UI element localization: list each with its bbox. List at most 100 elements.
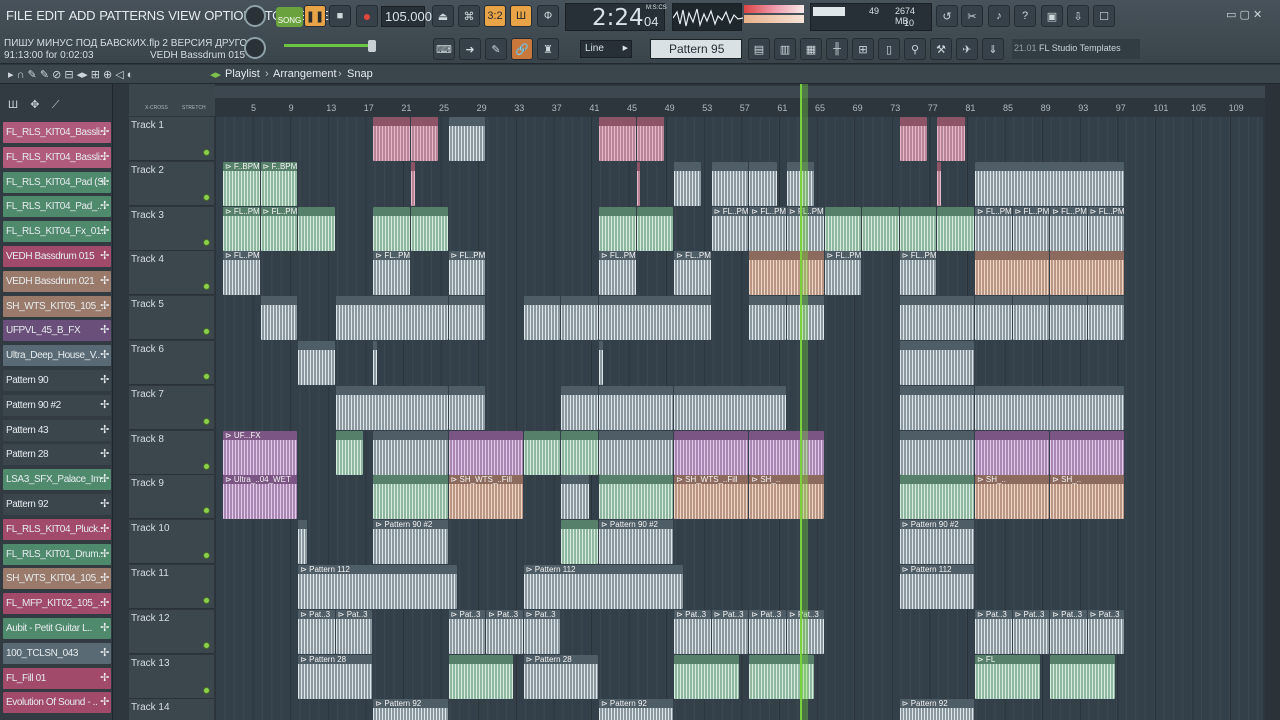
tool-5[interactable]: ⊞ (852, 38, 874, 60)
channel-item[interactable]: FL_RLS_KIT04_Bassli.. ✢ (3, 146, 111, 168)
browser-tools[interactable]: Ш ✥ ⟋ (8, 98, 59, 112)
channel-item[interactable]: Pattern 90 ✢ (3, 370, 111, 391)
playlist-clip[interactable] (899, 475, 974, 520)
playlist-clip[interactable] (448, 117, 486, 161)
track-mute-led[interactable] (203, 373, 210, 380)
playlist-clip[interactable] (599, 430, 674, 475)
playlist-clip[interactable]: ⊳ Pattern 112 (298, 565, 457, 609)
channel-item[interactable]: FL_RLS_KIT04_Fx_01.. ✢ (3, 221, 111, 243)
mic-button[interactable]: ♪ (988, 5, 1010, 27)
drag-handle-icon[interactable]: ✢ (100, 497, 109, 510)
playlist-clip[interactable]: ⊳ SH_.. (749, 475, 824, 520)
playlist-clip[interactable] (937, 206, 974, 251)
playlist-clip[interactable] (523, 296, 561, 341)
channel-item[interactable]: Aubit - Petit Guitar L.. ✢ (3, 618, 111, 639)
track-header[interactable]: Track 9 (129, 475, 214, 520)
play-button[interactable]: ❚❚ (304, 5, 326, 27)
drag-handle-icon[interactable]: ✢ (100, 596, 109, 609)
playlist-clip[interactable] (1087, 296, 1125, 341)
channel-item[interactable]: SH_WTS_KIT04_105_.. ✢ (3, 568, 111, 590)
track-header[interactable]: Track 1 (129, 117, 214, 161)
playlist-clip[interactable]: ⊳ FL..PM (975, 206, 1012, 251)
master-volume-knob[interactable] (244, 5, 266, 27)
step-edit-button[interactable]: Ш (510, 5, 532, 27)
playlist-clip[interactable] (674, 161, 702, 206)
drag-handle-icon[interactable]: ✢ (100, 224, 109, 237)
channel-item[interactable]: FL_MFP_KIT02_105_.. ✢ (3, 593, 111, 615)
drag-handle-icon[interactable]: ✢ (100, 547, 109, 560)
playlist-clip[interactable]: ⊳ F..BPM (223, 161, 260, 206)
drag-handle-icon[interactable]: ✢ (100, 125, 109, 138)
playlist-clip[interactable] (335, 430, 363, 475)
drag-handle-icon[interactable]: ✢ (100, 323, 109, 336)
playlist-clip[interactable]: ⊳ SH_WTS_..Fill (674, 475, 749, 520)
drag-handle-icon[interactable]: ✢ (100, 571, 109, 584)
stop-button[interactable]: ■ (329, 5, 351, 27)
track-header[interactable]: Track 10 (129, 520, 214, 565)
stamp-button[interactable]: ♜ (537, 38, 559, 60)
playlist-clip[interactable] (260, 296, 298, 341)
drag-handle-icon[interactable]: ✢ (100, 175, 109, 188)
playlist-clip[interactable] (373, 117, 410, 161)
track-header[interactable]: Track 5 (129, 296, 214, 341)
playlist-clip[interactable] (899, 430, 974, 475)
track-mute-led[interactable] (203, 641, 210, 649)
breadcrumb-snap[interactable]: Snap (347, 68, 373, 80)
track-mute-led[interactable] (203, 328, 210, 336)
restore-icon[interactable]: ▢ (1239, 9, 1249, 21)
playlist-clip[interactable] (599, 206, 636, 251)
drag-handle-icon[interactable]: ✢ (100, 447, 109, 460)
playlist-clip[interactable] (373, 430, 448, 475)
playlist-clip[interactable]: ⊳ Pattern 90 #2 (599, 520, 674, 565)
playlist-view-button[interactable]: ⌨ (433, 38, 455, 60)
menu-patterns[interactable]: PATTERNS (97, 6, 166, 25)
track-header[interactable]: Track 6 (129, 341, 214, 385)
chat-button[interactable]: ☐ (1093, 5, 1115, 27)
drag-handle-icon[interactable]: ✢ (100, 373, 109, 386)
channel-item[interactable]: VEDH Bassdrum 021 ✢ (3, 270, 111, 292)
drag-handle-icon[interactable]: ✢ (100, 671, 109, 684)
channel-item[interactable]: FL_RLS_KIT04_Pad_.. ✢ (3, 196, 111, 218)
playlist-clip[interactable] (749, 430, 824, 475)
playlist-clip[interactable] (561, 296, 598, 341)
channel-item[interactable]: UFPVL_45_B_FX ✢ (3, 320, 111, 342)
playlist-clip[interactable]: ⊳ Pattern 92 (373, 699, 448, 720)
drag-handle-icon[interactable]: ✢ (100, 522, 109, 535)
close-icon[interactable]: ✕ (1253, 9, 1262, 21)
channel-item[interactable]: LSA3_SFX_Palace_Im.. ✢ (3, 469, 111, 491)
playlist-clip[interactable] (1012, 296, 1050, 341)
drag-handle-icon[interactable]: ✢ (100, 348, 109, 361)
playlist-clip[interactable] (975, 385, 1125, 430)
tempo-display[interactable]: 105.000 (381, 6, 432, 27)
undo-button[interactable]: ↺ (936, 5, 958, 27)
playlist-clip[interactable] (711, 161, 749, 206)
playlist-clip[interactable] (899, 385, 974, 430)
slider-handle[interactable] (368, 40, 376, 52)
snap-selector[interactable]: Line ▶ (580, 40, 632, 58)
playlist-clip[interactable]: ⊳ Pat..3 (1087, 609, 1125, 654)
playlist-clip[interactable] (674, 654, 739, 699)
playlist-clip[interactable]: ⊳ FL..PM (749, 206, 786, 251)
cut-button[interactable]: ✂ (961, 5, 983, 27)
drag-handle-icon[interactable]: ✢ (100, 150, 109, 163)
channel-item[interactable]: Pattern 90 #2 ✢ (3, 394, 111, 416)
playlist-clip[interactable] (561, 475, 589, 520)
playlist-clip[interactable] (411, 117, 439, 161)
track-header[interactable]: Track 2 (129, 161, 214, 206)
playlist-clip[interactable]: ⊳ FL..PM (260, 206, 298, 251)
tool-7[interactable]: ⚲ (904, 38, 926, 60)
playlist-clip[interactable]: ⊳ FL..PM (899, 251, 937, 296)
channel-item[interactable]: VEDH Bassdrum 015 ✢ (3, 246, 111, 267)
playlist-clip[interactable]: ⊳ Pattern 28 (523, 654, 598, 699)
playlist-clip[interactable]: ⊳ Pattern 90 #2 (373, 520, 448, 565)
track-mute-led[interactable] (203, 552, 210, 560)
playlist-clip[interactable]: ⊳ Pat..3 (975, 609, 1012, 654)
playlist-clip[interactable]: ⊳ FL..PM (223, 251, 260, 296)
playlist-clip[interactable] (448, 296, 486, 341)
next-button[interactable]: ➜ (459, 38, 481, 60)
playlist-clip[interactable]: ⊳ SH_WTS_..Fill (448, 475, 523, 520)
playlist-clip[interactable] (636, 161, 641, 206)
track-mute-led[interactable] (203, 686, 210, 694)
playlist-clip[interactable] (448, 430, 523, 475)
brush-button[interactable]: ✎ (485, 38, 507, 60)
